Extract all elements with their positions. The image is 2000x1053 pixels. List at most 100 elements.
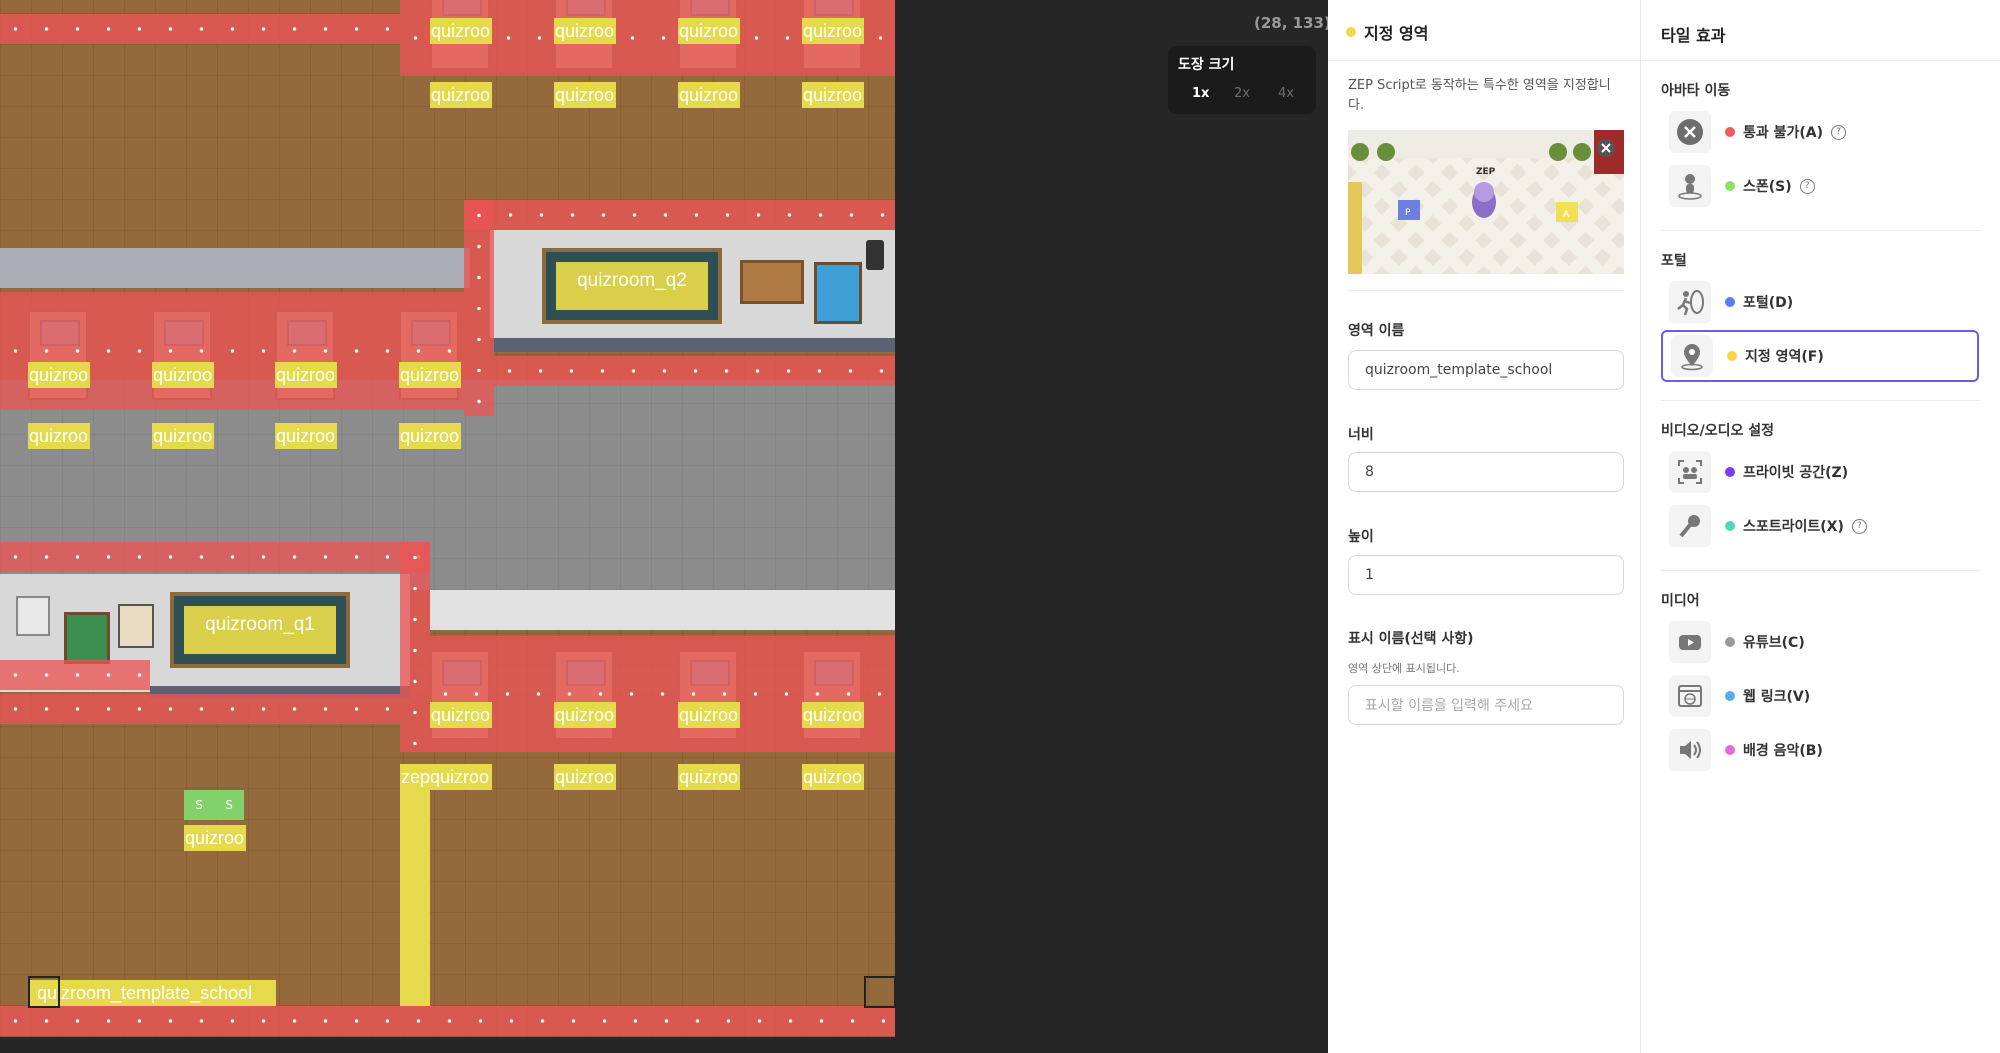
preview-image: P A ZEP — [1348, 130, 1624, 274]
impassable-zone[interactable] — [494, 356, 895, 386]
area-strip[interactable] — [400, 790, 430, 1006]
spawn-tiles[interactable]: S S — [184, 790, 244, 820]
area-label[interactable]: quizroo — [275, 423, 337, 449]
location-pin-icon — [1671, 335, 1713, 377]
tile-youtube[interactable]: 유튜브(C) — [1661, 616, 1979, 668]
calendar — [16, 596, 50, 636]
area-label-q2[interactable]: quizroom_q2 — [556, 262, 708, 310]
area-label-template[interactable]: quizroom_template_school — [28, 980, 276, 1006]
preview-illustration: P A ZEP — [1348, 130, 1624, 274]
area-label[interactable]: quizroo — [430, 18, 492, 44]
divider — [1661, 400, 1980, 401]
panel-title: 지정 영역 — [1346, 20, 1428, 44]
zoom-2x-button[interactable]: 2x — [1234, 86, 1250, 101]
area-label[interactable]: quizroo — [275, 362, 337, 388]
height-input[interactable]: 1 — [1348, 555, 1624, 595]
impassable-zone[interactable] — [0, 660, 150, 690]
coordinate-readout: (28, 133) — [1254, 14, 1331, 32]
impassable-zone[interactable] — [0, 694, 400, 724]
area-label[interactable]: quizroo — [184, 825, 246, 851]
color-dot — [1725, 691, 1735, 701]
area-label[interactable]: quizroo — [554, 702, 616, 728]
tile-private-space[interactable]: 프라이빗 공간(Z) — [1661, 446, 1979, 498]
section-portal: 포털 — [1661, 253, 1687, 269]
height-label: 높이 — [1348, 529, 1374, 545]
tile-label: 유튜브(C) — [1743, 635, 1805, 651]
tile-designated-area[interactable]: 지정 영역(F) — [1661, 330, 1979, 382]
area-label[interactable]: quizroo — [399, 423, 461, 449]
tile-web-link[interactable]: 웹 링크(V) — [1661, 670, 1979, 722]
area-label[interactable]: quizroo — [554, 82, 616, 108]
tile-impassable[interactable]: 통과 불가(A)? — [1661, 106, 1979, 158]
web-link-icon — [1669, 675, 1711, 717]
classroom-wall-right — [430, 590, 895, 630]
impassable-zone[interactable] — [464, 200, 494, 416]
microphone-icon — [1669, 505, 1711, 547]
speaker — [866, 240, 884, 270]
panel-description: ZEP Script로 동작하는 특수한 영역을 지정합니다. — [1348, 78, 1611, 113]
tile-spawn[interactable]: 스폰(S)? — [1661, 160, 1979, 212]
area-label[interactable]: quizroo — [678, 764, 740, 790]
person-spawn-icon — [1669, 165, 1711, 207]
help-icon[interactable]: ? — [1799, 178, 1815, 194]
tile-portal[interactable]: 포털(D) — [1661, 276, 1979, 328]
divider — [1328, 60, 1640, 61]
zoom-1x-button[interactable]: 1x — [1192, 86, 1209, 101]
color-dot — [1725, 181, 1735, 191]
impassable-zone[interactable] — [0, 14, 400, 44]
preview-zep-logo: ZEP — [1476, 167, 1496, 177]
zoom-4x-button[interactable]: 4x — [1278, 86, 1294, 101]
divider — [1348, 290, 1624, 291]
area-label[interactable]: quizroo — [554, 764, 616, 790]
color-dot — [1725, 297, 1735, 307]
area-label[interactable]: quizroo — [802, 764, 864, 790]
private-space-icon — [1669, 451, 1711, 493]
area-label[interactable]: quizroo — [28, 423, 90, 449]
impassable-zone[interactable] — [0, 1006, 895, 1036]
impassable-zone[interactable] — [430, 636, 895, 752]
area-label[interactable]: quizroo — [554, 18, 616, 44]
area-label[interactable]: quizroo — [28, 362, 90, 388]
newspaper — [118, 604, 154, 648]
area-label[interactable]: quizroo — [802, 82, 864, 108]
area-label-q1[interactable]: quizroom_q1 — [184, 606, 336, 654]
area-label[interactable]: quizroo — [678, 82, 740, 108]
divider — [1641, 60, 2000, 61]
stamp-size-control: 도장 크기 1x 2x 4x — [1168, 46, 1316, 114]
area-label[interactable]: quizroo — [802, 702, 864, 728]
area-label[interactable]: quizroo — [430, 702, 492, 728]
color-dot — [1725, 521, 1735, 531]
area-label[interactable]: quizroo — [430, 82, 492, 108]
help-icon[interactable]: ? — [1851, 518, 1867, 534]
area-label[interactable]: quizroo — [678, 18, 740, 44]
section-media: 미디어 — [1661, 593, 1700, 609]
area-name-label: 영역 이름 — [1348, 323, 1405, 339]
running-portal-icon — [1669, 281, 1711, 323]
panel-title-text: 지정 영역 — [1364, 24, 1429, 43]
display-name-input[interactable]: 표시할 이름을 입력해 주세요 — [1348, 685, 1624, 725]
area-label[interactable]: quizroo — [152, 423, 214, 449]
area-label[interactable]: quizroo — [399, 362, 461, 388]
impassable-zone[interactable] — [464, 200, 895, 230]
help-icon[interactable]: ? — [1831, 124, 1847, 140]
area-label[interactable]: quizroo — [152, 362, 214, 388]
tile-background-music[interactable]: 배경 음악(B) — [1661, 724, 1979, 776]
school-poster — [814, 262, 862, 324]
impassable-zone[interactable] — [0, 292, 464, 410]
tile-spotlight[interactable]: 스포트라이트(X)? — [1661, 500, 1979, 552]
blackboard-q1: quizroom_q1 — [170, 592, 350, 668]
width-input[interactable]: 8 — [1348, 452, 1624, 492]
tile-label: 포털(D) — [1743, 295, 1794, 311]
impassable-zone[interactable] — [400, 542, 430, 752]
color-dot — [1727, 351, 1737, 361]
area-label[interactable]: quizroo — [802, 18, 864, 44]
spawn-label: S — [225, 798, 233, 812]
color-dot — [1725, 745, 1735, 755]
area-label[interactable]: zepquizroo — [400, 764, 492, 790]
area-label[interactable]: quizroo — [678, 702, 740, 728]
area-name-input[interactable]: quizroom_template_school — [1348, 350, 1624, 390]
impassable-zone[interactable] — [0, 542, 430, 572]
color-dot — [1725, 637, 1735, 647]
map-canvas[interactable]: quizroom_q2 quizroom_q1 quizroo quizroo … — [0, 0, 895, 1037]
color-dot — [1725, 467, 1735, 477]
